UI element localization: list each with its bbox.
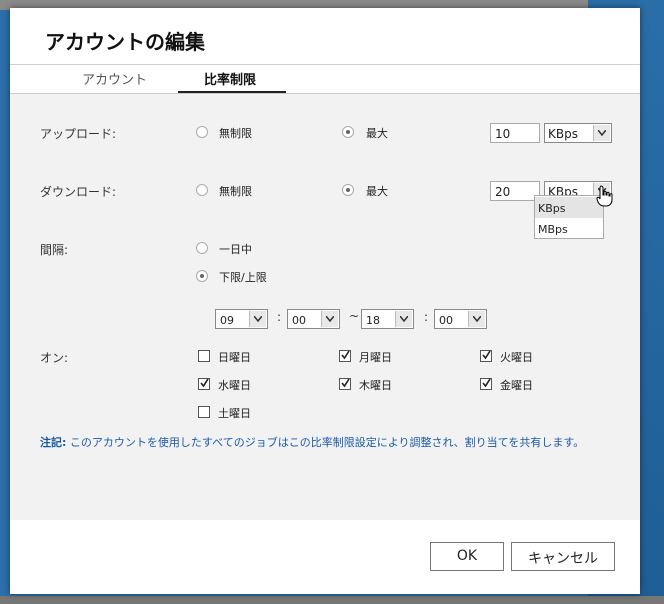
chevron-down-icon <box>395 311 412 327</box>
start-hour-value: 09 <box>220 314 234 327</box>
chevron-down-icon <box>593 125 610 141</box>
day-checkbox-tuesday[interactable] <box>480 350 492 362</box>
dropdown-option-mbps[interactable]: MBps <box>535 218 603 239</box>
download-unit-dropdown: KBps MBps <box>534 195 604 239</box>
upload-max-label: 最大 <box>366 127 388 140</box>
start-hour-select[interactable]: 09 <box>215 309 268 329</box>
interval-all-day-label: 一日中 <box>219 243 252 256</box>
edit-account-dialog: アカウントの編集 アカウント 比率制限 アップロード: 無制限 最大 10 KB… <box>10 8 640 594</box>
day-label-sunday: 日曜日 <box>218 351 251 364</box>
active-tab-indicator <box>178 91 286 93</box>
time-colon: : <box>277 310 282 324</box>
download-unlimited-radio[interactable] <box>196 184 208 196</box>
ok-button[interactable]: OK <box>430 542 504 571</box>
end-hour-select[interactable]: 18 <box>361 309 414 329</box>
time-tilde: ~ <box>349 309 360 323</box>
day-checkbox-sunday[interactable] <box>198 350 210 362</box>
upload-unlimited-label: 無制限 <box>219 127 252 140</box>
interval-label: 間隔: <box>40 243 69 257</box>
tab-rate-limit[interactable]: 比率制限 <box>204 69 256 88</box>
note-prefix: 注記: <box>40 436 67 449</box>
upload-value-input[interactable]: 10 <box>490 123 540 143</box>
note-text: 注記: このアカウントを使用したすべてのジョブはこの比率制限設定により調整され、… <box>40 436 620 450</box>
cancel-button[interactable]: キャンセル <box>511 542 615 571</box>
tab-account[interactable]: アカウント <box>82 69 147 88</box>
end-minute-value: 00 <box>439 314 453 327</box>
hand-cursor-icon <box>596 185 614 211</box>
on-label: オン: <box>40 351 69 365</box>
time-colon: : <box>424 310 429 324</box>
day-checkbox-thursday[interactable] <box>339 378 351 390</box>
dialog-title: アカウントの編集 <box>45 30 205 54</box>
dropdown-option-kbps[interactable]: KBps <box>535 197 603 218</box>
end-hour-value: 18 <box>366 314 380 327</box>
chevron-down-icon <box>249 311 266 327</box>
note-body: このアカウントを使用したすべてのジョブはこの比率制限設定により調整され、割り当て… <box>69 436 585 449</box>
end-minute-select[interactable]: 00 <box>434 309 487 329</box>
interval-all-day-radio[interactable] <box>196 242 208 254</box>
upload-unlimited-radio[interactable] <box>196 126 208 138</box>
day-label-friday: 金曜日 <box>500 379 533 392</box>
upload-unit-select[interactable]: KBps <box>544 123 612 143</box>
day-checkbox-friday[interactable] <box>480 378 492 390</box>
day-label-thursday: 木曜日 <box>359 379 392 392</box>
day-checkbox-saturday[interactable] <box>198 406 210 418</box>
chevron-down-icon <box>468 311 485 327</box>
dialog-footer: OK キャンセル <box>10 520 640 594</box>
start-minute-select[interactable]: 00 <box>287 309 340 329</box>
download-value-input[interactable]: 20 <box>490 181 540 201</box>
download-max-label: 最大 <box>366 185 388 198</box>
start-minute-value: 00 <box>292 314 306 327</box>
day-checkbox-monday[interactable] <box>339 350 351 362</box>
interval-range-label: 下限/上限 <box>219 271 267 284</box>
rate-limit-panel: アップロード: 無制限 最大 10 KBps ダウンロード: 無制限 最大 20… <box>10 94 640 520</box>
day-label-wednesday: 水曜日 <box>218 379 251 392</box>
chevron-down-icon <box>321 311 338 327</box>
day-label-monday: 月曜日 <box>359 351 392 364</box>
upload-unit-value: KBps <box>548 127 578 141</box>
desktop-bottom <box>0 596 664 604</box>
download-label: ダウンロード: <box>40 185 117 199</box>
upload-label: アップロード: <box>40 127 117 141</box>
download-max-radio[interactable] <box>342 184 354 196</box>
day-checkbox-wednesday[interactable] <box>198 378 210 390</box>
day-label-saturday: 土曜日 <box>218 407 251 420</box>
download-unlimited-label: 無制限 <box>219 185 252 198</box>
day-label-tuesday: 火曜日 <box>500 351 533 364</box>
tab-bar: アカウント 比率制限 <box>10 64 640 94</box>
upload-max-radio[interactable] <box>342 126 354 138</box>
interval-range-radio[interactable] <box>196 270 208 282</box>
